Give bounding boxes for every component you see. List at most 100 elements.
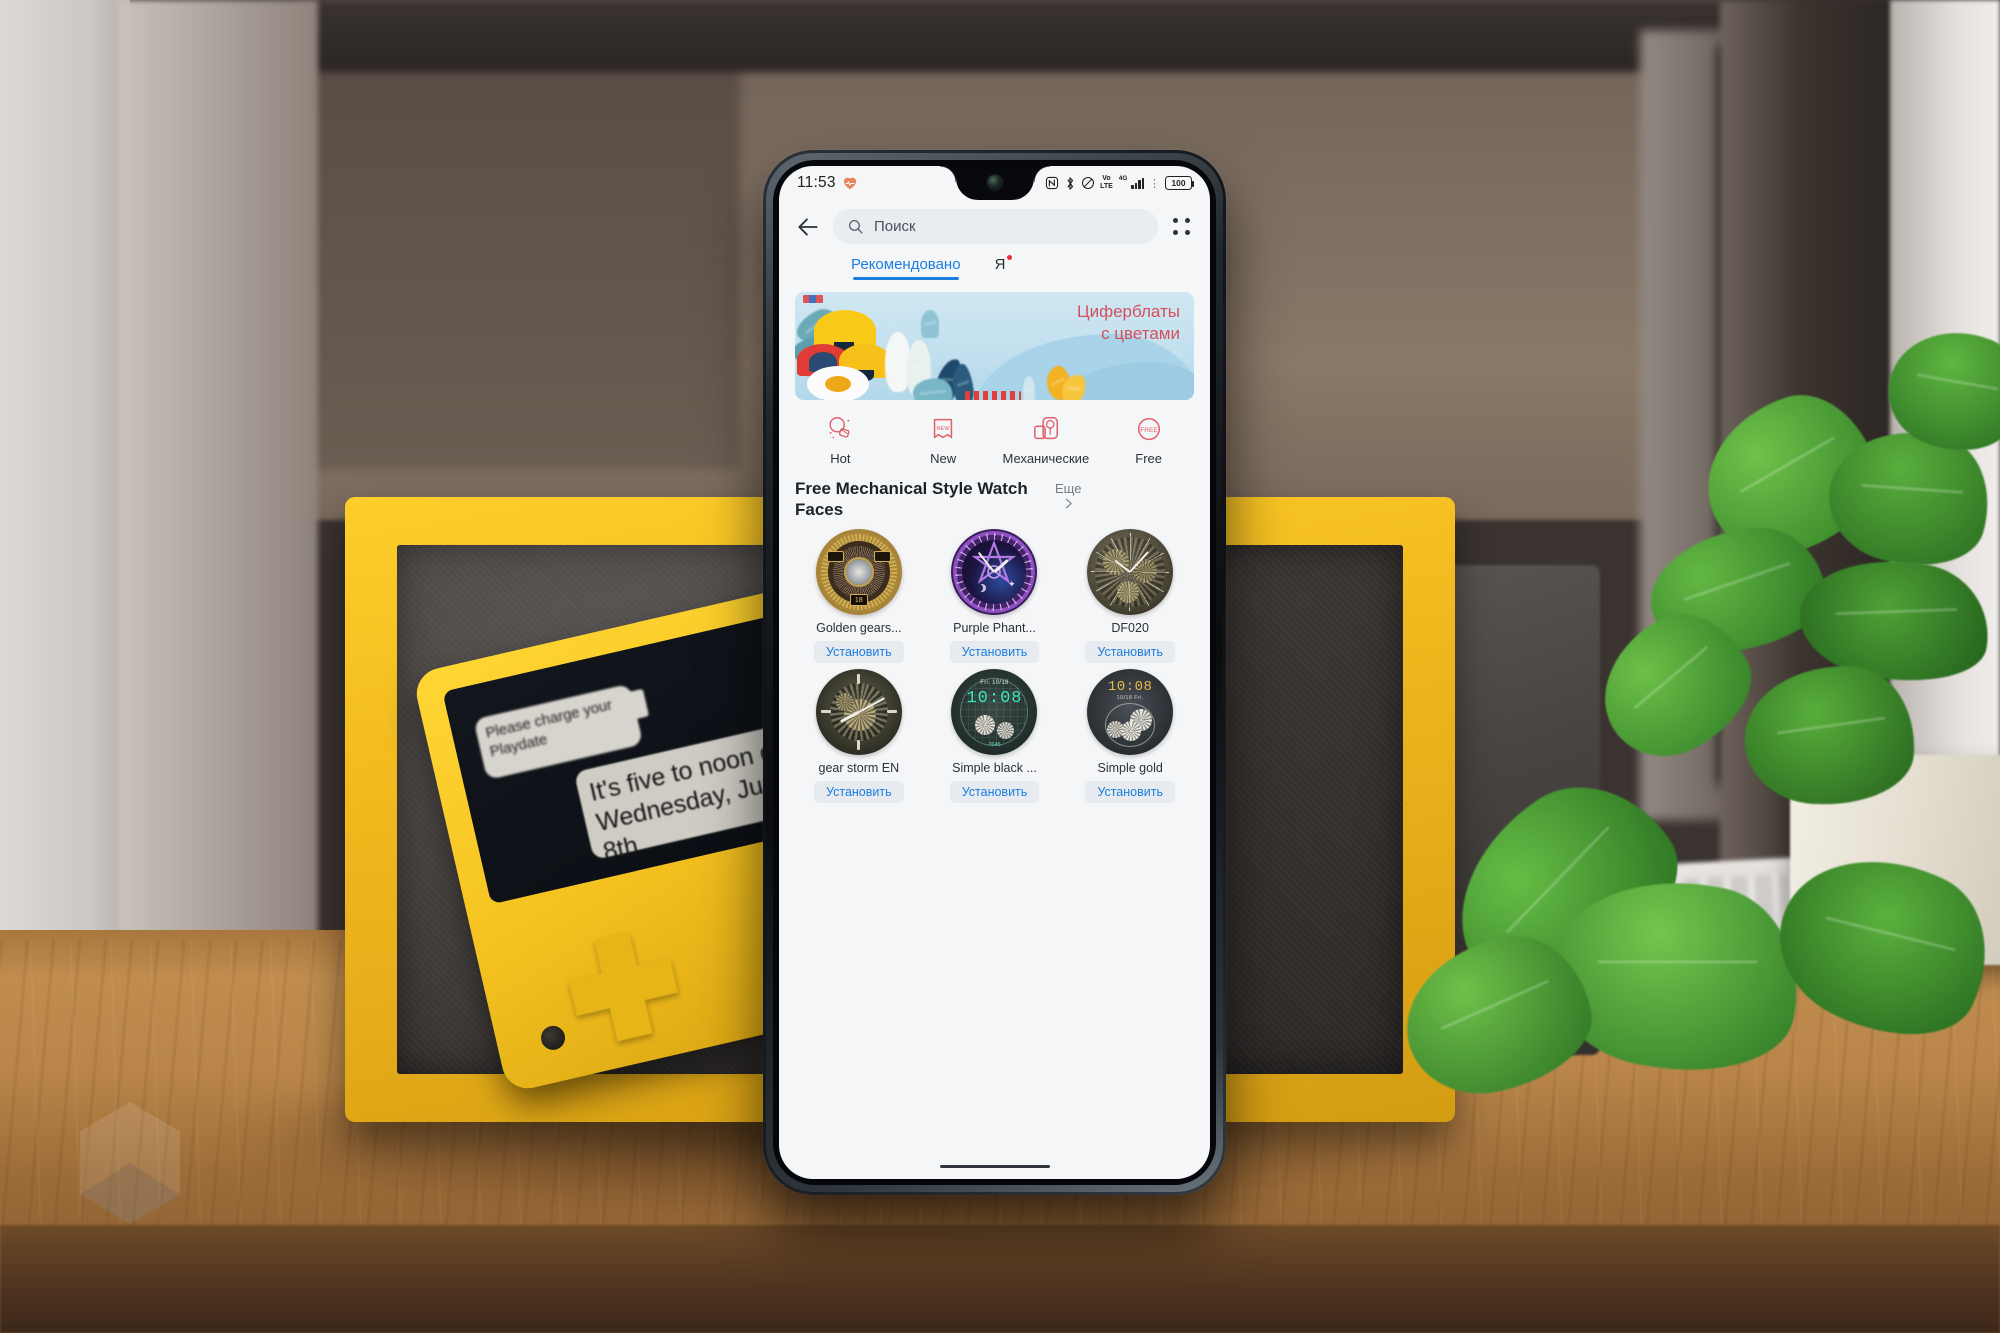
grid-dot (1173, 217, 1178, 223)
watch-face-name: Simple black ... (952, 760, 1037, 775)
hot-fire-icon (829, 417, 850, 439)
front-camera-icon (987, 175, 1002, 190)
notification-badge-dot (1007, 255, 1013, 260)
face-gear-small (835, 692, 854, 711)
watch-face-preview-gearstorm[interactable] (815, 668, 902, 755)
tab-me-label: Я (994, 256, 1006, 273)
new-ribbon-icon: NEW (933, 418, 953, 439)
banner-fern (921, 310, 939, 338)
category-free-label: Free (1135, 451, 1162, 466)
playdate-dpad (560, 924, 686, 1050)
waterdrop-notch (939, 166, 1050, 200)
face-date-text: Fri. 10/18 (980, 679, 1009, 686)
watch-face-name: Purple Phant... (953, 620, 1036, 635)
section-header: Free Mechanical Style Watch Faces Еще (779, 470, 1210, 523)
face-gear-right (997, 721, 1015, 739)
banner-title-line2: с цветами (1101, 324, 1180, 344)
install-button[interactable]: Установить (814, 640, 904, 663)
install-button[interactable]: Установить (1085, 640, 1175, 663)
category-hot[interactable]: Hot (789, 414, 892, 466)
watch-face-item: 18 Golden gears... Установить (791, 528, 927, 663)
banner-title: Циферблаты с цветами (1077, 301, 1180, 345)
home-indicator[interactable] (939, 1165, 1050, 1168)
face-label-right (873, 550, 891, 562)
watermark-logo (80, 1102, 180, 1224)
watch-face-preview-simplegold[interactable]: 10:08 10/18 Fri. (1087, 668, 1174, 755)
install-button[interactable]: Установить (814, 780, 904, 803)
face-label-left (826, 550, 844, 562)
section-title: Free Mechanical Style Watch Faces (795, 479, 1028, 520)
volte-indicator: Vo LTE (1100, 175, 1113, 190)
back-arrow-icon[interactable] (795, 214, 821, 240)
face-tick-3 (886, 709, 897, 713)
watch-face-name: DF020 (1111, 620, 1149, 635)
banner-flag-icon (803, 295, 823, 303)
mechanical-watch-icon (1033, 417, 1058, 440)
face-time-text: 10:08 (1107, 678, 1153, 695)
app-top-bar: Поиск (779, 200, 1210, 252)
battery-level-label: 100 (1171, 178, 1186, 188)
face-tick-9 (820, 709, 831, 713)
category-mechanical[interactable]: Механические (995, 414, 1098, 466)
status-bar-right: Vo LTE 4G ⋮ 100 (1045, 174, 1195, 191)
apps-grid-icon[interactable] (1170, 215, 1194, 239)
silent-mode-icon (1081, 176, 1095, 190)
section-more-label: Еще (1055, 481, 1082, 496)
face-date-text: 10/18 Fri. (1116, 694, 1144, 701)
playdate-screw-hole (538, 1023, 568, 1053)
svg-text:NEW: NEW (937, 426, 951, 432)
chevron-right-icon (1065, 498, 1072, 509)
network-type-label: 4G (1118, 174, 1128, 182)
face-tick-6 (856, 739, 861, 750)
status-time: 11:53 (797, 174, 836, 191)
face-gear-mid (1121, 720, 1142, 741)
shelf-front-edge (0, 1225, 2000, 1333)
face-tick-12 (856, 673, 861, 684)
face-date-window: 18 (849, 593, 868, 606)
banner-daisy-core (825, 376, 851, 392)
watch-face-grid: 18 Golden gears... Установить ✦ Purple P… (779, 523, 1210, 803)
face-time-text: 10:08 (966, 688, 1023, 708)
watch-face-preview-df020[interactable] (1087, 528, 1174, 615)
section-more-button[interactable]: Еще (1055, 478, 1081, 510)
face-gear-left (975, 714, 996, 735)
free-badge-icon: FREE (1137, 417, 1160, 441)
category-mechanical-label: Механические (1002, 451, 1090, 466)
volte-bottom: LTE (1100, 183, 1113, 190)
watch-face-preview-golden[interactable]: 18 (815, 528, 902, 615)
watch-face-item: gear storm EN Установить (791, 668, 927, 803)
bluetooth-icon (1064, 176, 1076, 191)
tab-me[interactable]: Я (994, 255, 1013, 280)
volte-top: Vo (1102, 175, 1111, 183)
install-button[interactable]: Установить (1085, 780, 1175, 803)
install-button[interactable]: Установить (949, 780, 1040, 803)
banner-title-line1: Циферблаты (1077, 302, 1180, 321)
banner-red-dots (965, 391, 1021, 400)
face-star-icon: ✦ (1007, 578, 1016, 589)
signal-strength-icon (1131, 177, 1144, 189)
category-free[interactable]: FREE Free (1097, 414, 1200, 466)
watch-face-preview-simpleblack[interactable]: Fri. 10/18 10:08 7645 (951, 668, 1038, 755)
tab-recommended[interactable]: Рекомендовано (851, 256, 961, 280)
watch-face-name: Golden gears... (816, 620, 902, 635)
banner-grass (1023, 376, 1035, 400)
grid-dot (1185, 229, 1190, 235)
face-center-gear (843, 556, 874, 587)
install-button[interactable]: Установить (949, 640, 1040, 663)
watch-face-name: gear storm EN (818, 760, 900, 775)
search-placeholder: Поиск (874, 218, 916, 235)
search-input[interactable]: Поиск (833, 209, 1158, 244)
status-divider: ⋮ (1149, 177, 1160, 190)
promo-banner[interactable]: Циферблаты с цветами (795, 292, 1194, 400)
watch-face-item: Fri. 10/18 10:08 7645 Simple black ... У… (927, 668, 1063, 803)
watch-face-item: DF020 Установить (1062, 528, 1198, 663)
category-hot-label: Hot (830, 451, 851, 466)
face-step-count: 7645 (988, 741, 1001, 748)
category-new[interactable]: NEW New (892, 414, 995, 466)
watch-face-item: ✦ Purple Phant... Установить (927, 528, 1063, 663)
search-icon (848, 219, 863, 234)
watch-face-preview-purple[interactable]: ✦ (951, 528, 1038, 615)
heart-rate-icon (843, 177, 857, 190)
tab-bar: Рекомендовано Я (779, 252, 1210, 280)
grid-dot (1173, 229, 1178, 235)
